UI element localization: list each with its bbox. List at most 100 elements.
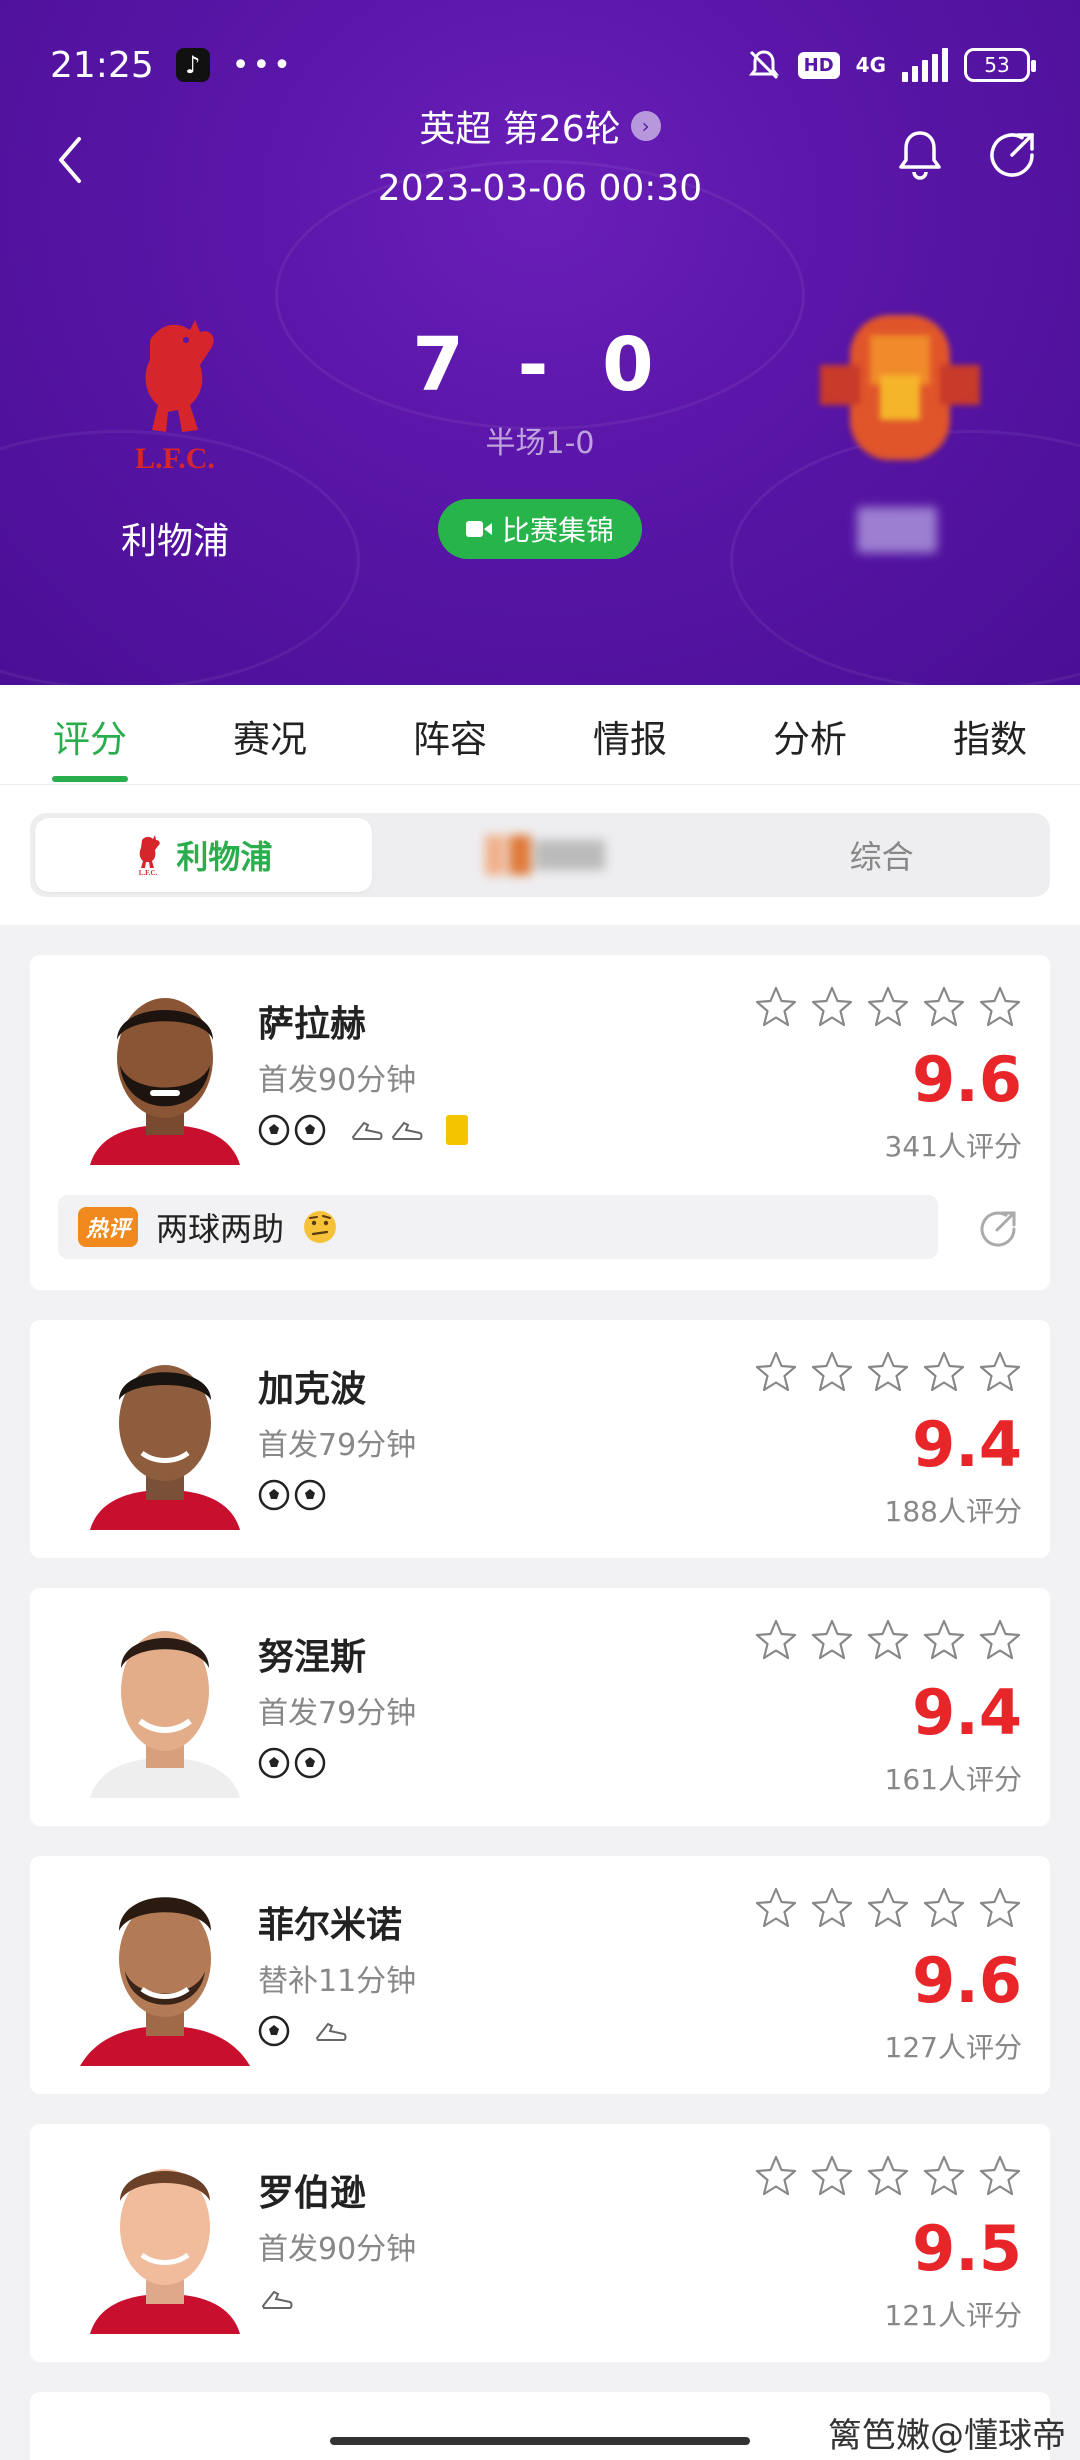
rating-count: 121人评分 — [884, 2299, 1022, 2332]
player-minutes: 首发79分钟 — [258, 1696, 417, 1731]
tab-bar: 评分 赛况 阵容 情报 分析 指数 — [0, 685, 1080, 785]
star-icon[interactable] — [922, 985, 966, 1029]
star-icon[interactable] — [754, 2154, 798, 2198]
tab-lineup[interactable]: 阵容 — [360, 685, 540, 784]
away-team-blurred — [485, 835, 605, 875]
star-icon[interactable] — [810, 1886, 854, 1930]
team-switch-away[interactable] — [377, 813, 714, 897]
star-icon[interactable] — [978, 1350, 1022, 1394]
player-minutes: 替补11分钟 — [258, 1964, 417, 1999]
star-icon[interactable] — [922, 1350, 966, 1394]
player-card[interactable]: 罗伯逊 首发90分钟 9.5 121人评分 — [30, 2124, 1050, 2362]
star-icon[interactable] — [810, 1618, 854, 1662]
highlights-button[interactable]: 比赛集锦 — [438, 499, 642, 559]
player-avatar — [90, 998, 240, 1165]
player-minutes: 首发90分钟 — [258, 1063, 417, 1098]
clock: 21:25 — [50, 44, 154, 86]
tab-intel[interactable]: 情报 — [540, 685, 720, 784]
rate-stars[interactable] — [754, 1886, 1022, 1930]
star-icon[interactable] — [922, 2154, 966, 2198]
star-icon[interactable] — [922, 1618, 966, 1662]
tiktok-icon: ♪ — [175, 48, 210, 82]
hot-comment-badge: 热评 — [78, 1207, 139, 1247]
player-avatar — [80, 1897, 250, 2066]
player-events — [258, 2279, 294, 2319]
player-rating: 9.5 — [912, 2212, 1022, 2285]
chevron-right-icon: › — [630, 111, 661, 141]
player-rating: 9.6 — [912, 1944, 1022, 2017]
player-events — [258, 1743, 326, 1783]
player-minutes: 首发90分钟 — [258, 2232, 417, 2267]
star-icon[interactable] — [754, 1350, 798, 1394]
star-icon[interactable] — [810, 985, 854, 1029]
star-icon[interactable] — [978, 2154, 1022, 2198]
star-icon[interactable] — [866, 985, 910, 1029]
football-icon — [294, 1747, 326, 1779]
hot-comment[interactable]: 热评 两球两助 — [58, 1195, 938, 1259]
star-icon[interactable] — [978, 1618, 1022, 1662]
star-icon[interactable] — [866, 1350, 910, 1394]
star-icon[interactable] — [754, 985, 798, 1029]
player-rating: 9.6 — [912, 1043, 1022, 1116]
football-icon — [294, 1479, 326, 1511]
star-icon[interactable] — [810, 1350, 854, 1394]
rate-stars[interactable] — [754, 2154, 1022, 2198]
rating-count: 341人评分 — [884, 1130, 1022, 1163]
share-icon[interactable] — [984, 125, 1044, 185]
player-avatar — [90, 1631, 240, 1798]
signal-icon — [902, 48, 948, 82]
rate-stars[interactable] — [754, 1350, 1022, 1394]
share-icon[interactable] — [974, 1205, 1022, 1253]
star-icon[interactable] — [922, 1886, 966, 1930]
team-switch-section: L.F.C. 利物浦 综合 — [0, 785, 1080, 925]
battery-level: 53 — [984, 53, 1010, 77]
football-icon — [258, 1114, 290, 1146]
player-events — [258, 2011, 348, 2051]
team-switch: L.F.C. 利物浦 综合 — [30, 813, 1050, 897]
player-name: 加克波 — [258, 1369, 367, 1410]
watermark: 篱笆嫩@懂球帝 — [828, 2416, 1066, 2456]
player-avatar — [90, 1365, 240, 1530]
bell-icon[interactable] — [890, 125, 950, 185]
star-icon[interactable] — [978, 1886, 1022, 1930]
player-card[interactable]: 菲尔米诺 替补11分钟 9.6 127人评分 — [30, 1856, 1050, 2094]
tab-odds[interactable]: 指数 — [900, 685, 1080, 784]
football-icon — [294, 1114, 326, 1146]
player-events — [258, 1475, 326, 1515]
tab-rating[interactable]: 评分 — [0, 685, 180, 784]
yellow-card-icon — [446, 1115, 468, 1145]
rate-stars[interactable] — [754, 985, 1022, 1029]
star-icon[interactable] — [754, 1886, 798, 1930]
battery-icon: 53 — [964, 48, 1036, 82]
player-card[interactable]: 萨拉赫 首发90分钟 9.6 341人评分 热评 两球两助 — [30, 955, 1050, 1290]
star-icon[interactable] — [978, 985, 1022, 1029]
football-icon — [258, 2015, 290, 2047]
player-events — [258, 1110, 468, 1150]
player-rating: 9.4 — [912, 1408, 1022, 1481]
thinking-emoji-icon — [304, 1211, 337, 1243]
more-notifications-icon: ••• — [231, 47, 294, 83]
player-card[interactable]: 努涅斯 首发79分钟 9.4 161人评分 — [30, 1588, 1050, 1826]
boot-icon — [261, 2290, 293, 2309]
rate-stars[interactable] — [754, 1618, 1022, 1662]
player-avatar — [90, 2169, 240, 2334]
star-icon[interactable] — [810, 2154, 854, 2198]
team-switch-combined[interactable]: 综合 — [713, 813, 1050, 897]
player-name: 努涅斯 — [258, 1637, 367, 1678]
liverpool-small-logo: L.F.C. — [139, 835, 161, 876]
player-name: 菲尔米诺 — [258, 1905, 403, 1946]
star-icon[interactable] — [866, 1618, 910, 1662]
player-card[interactable]: 加克波 首发79分钟 9.4 188人评分 — [30, 1320, 1050, 1558]
star-icon[interactable] — [866, 2154, 910, 2198]
home-indicator[interactable] — [330, 2437, 750, 2445]
player-minutes: 首发79分钟 — [258, 1428, 417, 1463]
star-icon[interactable] — [866, 1886, 910, 1930]
tab-analysis[interactable]: 分析 — [720, 685, 900, 784]
away-team-name-blurred — [857, 507, 937, 553]
hd-badge: HD — [797, 51, 840, 79]
svg-text:L.F.C.: L.F.C. — [139, 869, 158, 876]
tab-match-events[interactable]: 赛况 — [180, 685, 360, 784]
team-switch-home[interactable]: L.F.C. 利物浦 — [35, 818, 372, 892]
star-icon[interactable] — [754, 1618, 798, 1662]
network-label: 4G — [855, 53, 886, 77]
